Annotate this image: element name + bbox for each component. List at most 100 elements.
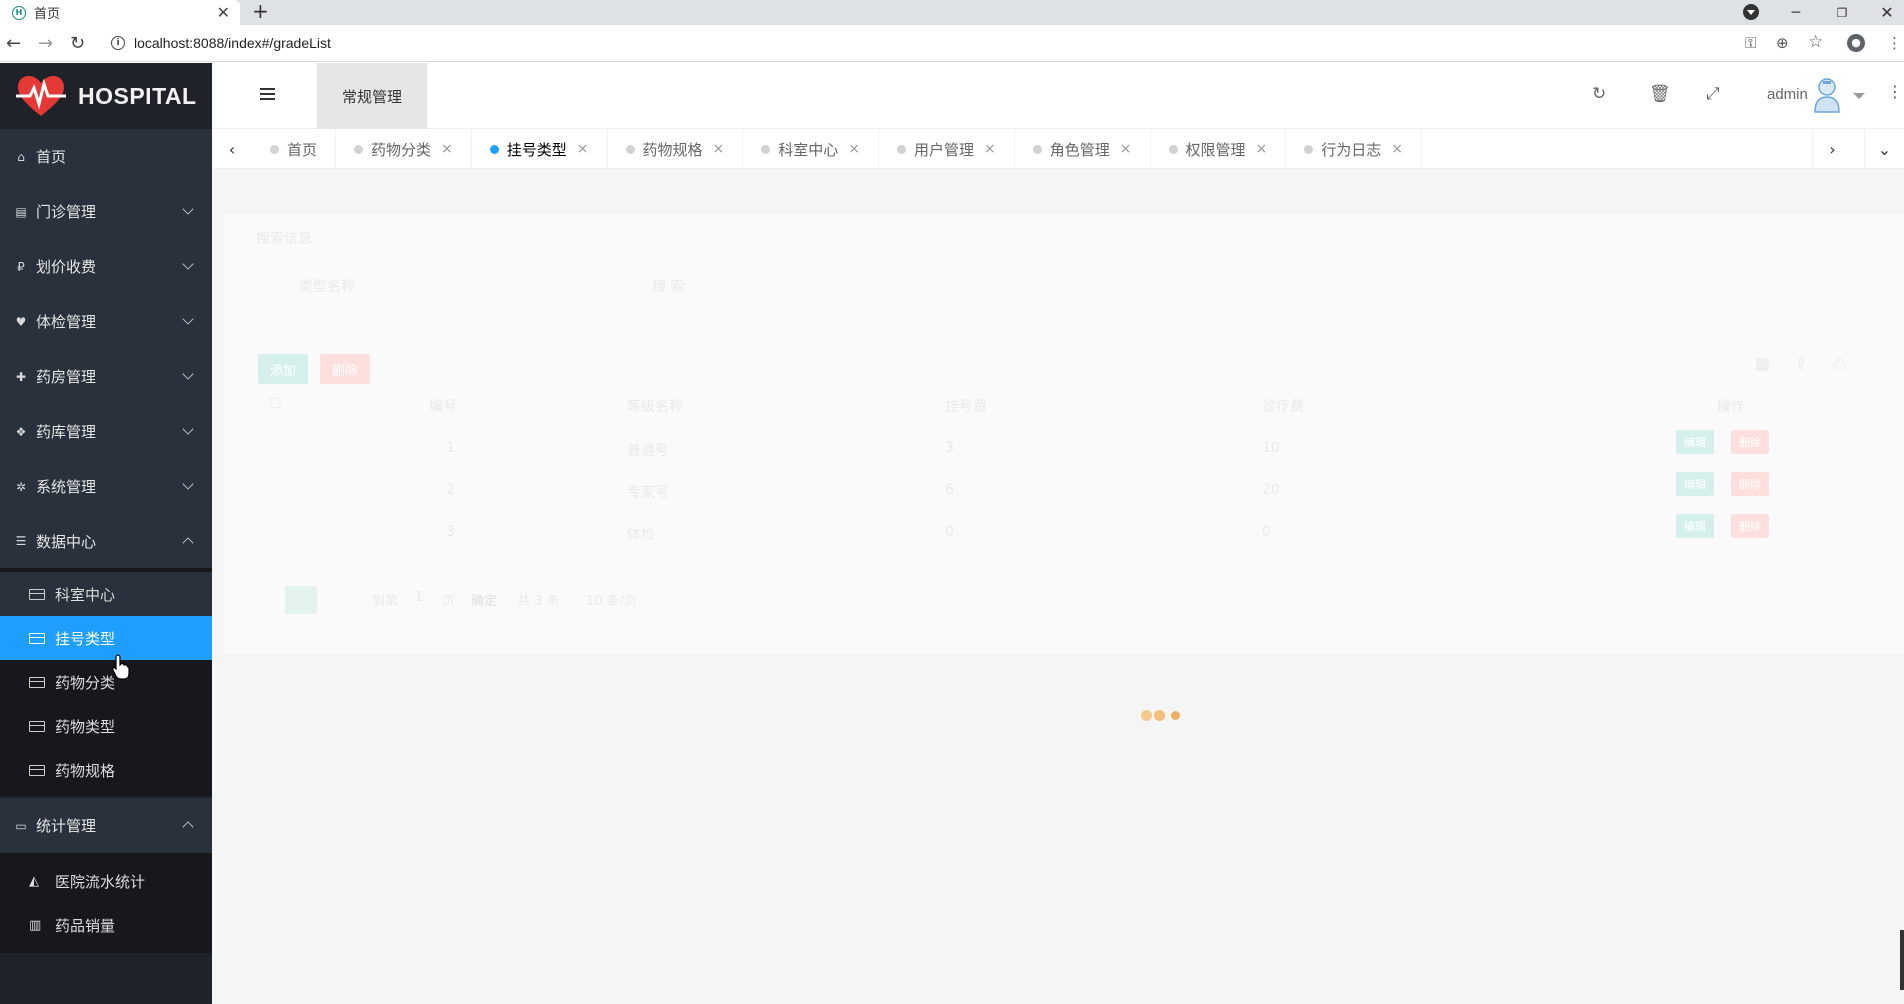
table-cell: 体检	[627, 527, 655, 543]
sidebar-subitem-drug-sales[interactable]: ▥ 药品销量	[0, 903, 212, 947]
new-tab-button[interactable]: +	[252, 0, 269, 22]
search-button[interactable]: 搜 索	[652, 276, 684, 296]
page-tab[interactable]: 用户管理 ×	[879, 129, 1015, 169]
edit-button[interactable]: 编辑	[1676, 430, 1714, 454]
username[interactable]: admin	[1767, 86, 1808, 103]
page-tab[interactable]: 科室中心 ×	[743, 129, 880, 169]
add-button[interactable]: 添加	[258, 354, 308, 384]
sidebar-subitem-hospital-flow[interactable]: ◭ 医院流水统计	[0, 859, 212, 903]
more-vertical-icon[interactable]: ⋮	[1887, 82, 1903, 101]
tabs-dropdown-icon[interactable]: ⌄	[1864, 129, 1904, 169]
sidebar-subitem-drug-spec[interactable]: 药物规格	[0, 748, 212, 792]
tab-search-icon[interactable]	[1743, 4, 1759, 20]
close-icon[interactable]: ×	[441, 141, 453, 157]
url-text[interactable]: localhost:8088/index#/gradeList	[134, 35, 331, 51]
star-icon[interactable]: ☆	[1808, 32, 1823, 52]
clear-cache-icon[interactable]: 🗑	[1649, 84, 1671, 104]
sidebar-item-label: 药库管理	[36, 423, 97, 441]
close-icon[interactable]: ×	[1120, 141, 1132, 157]
caret-down-icon[interactable]	[1853, 93, 1865, 99]
header-tab-regular-management[interactable]: 常规管理	[317, 63, 427, 129]
close-icon[interactable]: ×	[1391, 141, 1403, 157]
page-tab[interactable]: 药物规格 ×	[608, 129, 744, 169]
main-content: 搜索信息 类型名称 搜 索 添加 删除 ▦ ⇪ ⎙ ☐ 编号 等级名称 挂号费 …	[212, 170, 1904, 1004]
restore-icon[interactable]: ❐	[1832, 0, 1852, 25]
sidebar-item-pricing[interactable]: ₽ 划价收费	[0, 239, 212, 294]
print-icon[interactable]: ⎙	[1833, 354, 1846, 374]
pager-page-input[interactable]: 1	[415, 590, 423, 605]
sidebar-item-pharmacy[interactable]: ✚ 药房管理	[0, 349, 212, 404]
page-tab[interactable]: 药物分类 ×	[336, 129, 472, 169]
statistics-submenu: ◭ 医院流水统计 ▥ 药品销量	[0, 853, 212, 953]
site-info-icon[interactable]: i	[111, 36, 125, 50]
page-tab[interactable]: 行为日志 ×	[1286, 129, 1423, 169]
tabs-scroll-left-icon[interactable]: ‹	[212, 129, 252, 169]
sidebar-item-outpatient[interactable]: ▤ 门诊管理	[0, 184, 212, 239]
close-icon[interactable]: ×	[848, 141, 860, 157]
sidebar-item-data-center[interactable]: ☰ 数据中心	[0, 514, 212, 568]
sidebar-item-label: 药房管理	[36, 368, 97, 386]
scrollbar-edge[interactable]	[1900, 930, 1904, 990]
content-card: 搜索信息 类型名称 搜 索 添加 删除 ▦ ⇪ ⎙ ☐ 编号 等级名称 挂号费 …	[224, 214, 1904, 654]
pager-current-page[interactable]: 1	[285, 586, 317, 614]
pager-per-page-select[interactable]: 10 条/页	[586, 590, 637, 609]
menu-toggle-icon[interactable]	[260, 88, 275, 102]
minimize-icon[interactable]: ─	[1786, 0, 1806, 25]
page-tab[interactable]: 角色管理 ×	[1015, 129, 1151, 169]
export-icon[interactable]: ⇪	[1794, 354, 1807, 373]
sidebar-item-home[interactable]: ⌂ 首页	[0, 129, 212, 184]
sidebar-item-checkup[interactable]: ♥ 体检管理	[0, 294, 212, 349]
columns-icon[interactable]: ▦	[1755, 354, 1770, 373]
window-close-icon[interactable]: ✕	[1877, 0, 1897, 25]
close-icon[interactable]: ×	[1256, 141, 1268, 157]
sidebar-subitem-label: 挂号类型	[55, 629, 116, 648]
row-delete-button[interactable]: 删除	[1731, 514, 1769, 538]
search-input[interactable]: 类型名称	[299, 276, 355, 296]
doctor-avatar[interactable]	[1812, 77, 1842, 113]
page-tab-active[interactable]: 挂号类型 ×	[472, 129, 608, 169]
page-tab-label: 行为日志	[1321, 140, 1382, 159]
tabs-scroll-right-icon[interactable]: ›	[1812, 129, 1852, 169]
loading-indicator	[1141, 710, 1180, 721]
logo[interactable]: HOSPITAL	[0, 63, 212, 129]
row-delete-button[interactable]: 删除	[1731, 472, 1769, 496]
key-icon[interactable]: ⚿	[1745, 34, 1756, 52]
browser-menu-icon[interactable]: ⋮	[1887, 34, 1902, 52]
browser-tab[interactable]: H 首页 ✕	[0, 0, 240, 25]
table-cell: 普通号	[627, 443, 669, 459]
reload-icon[interactable]: ↻	[70, 33, 85, 54]
sidebar-subitem-drug-category[interactable]: 药物分类	[0, 660, 212, 704]
close-icon[interactable]: ×	[713, 141, 725, 157]
browser-tabstrip: H 首页 ✕ + ─ ❐ ✕	[0, 0, 1904, 25]
refresh-icon[interactable]: ↻	[1592, 84, 1606, 104]
delete-button[interactable]: 删除	[320, 354, 370, 384]
table-icon	[29, 720, 45, 732]
sidebar-subitem-label: 药品销量	[55, 916, 116, 935]
dot-icon	[1304, 144, 1314, 154]
page-tab[interactable]: 首页	[252, 129, 337, 169]
edit-button[interactable]: 编辑	[1676, 472, 1714, 496]
sidebar-subitem-drug-type[interactable]: 药物类型	[0, 704, 212, 748]
table-cell: 1	[446, 440, 455, 456]
browser-tab-title: 首页	[34, 7, 61, 22]
profile-icon[interactable]: ●	[1847, 34, 1865, 52]
forward-icon[interactable]: →	[38, 33, 53, 54]
sidebar-item-system[interactable]: ✲ 系统管理	[0, 459, 212, 514]
pager-confirm-button[interactable]: 确定	[471, 590, 497, 609]
row-delete-button[interactable]: 删除	[1731, 430, 1769, 454]
close-icon[interactable]: ×	[984, 141, 996, 157]
close-icon[interactable]: ×	[577, 141, 589, 157]
page-tab[interactable]: 权限管理 ×	[1151, 129, 1287, 169]
back-icon[interactable]: ←	[6, 33, 21, 54]
table-icon	[29, 632, 45, 644]
zoom-icon[interactable]: ⊕	[1776, 34, 1789, 52]
sidebar-subitem-registration-type[interactable]: 挂号类型	[0, 616, 212, 660]
sidebar-item-statistics[interactable]: ▭ 统计管理	[0, 798, 212, 853]
sidebar-subitem-department[interactable]: 科室中心	[0, 572, 212, 616]
fullscreen-icon[interactable]: ⤢	[1706, 84, 1720, 104]
close-tab-icon[interactable]: ✕	[217, 3, 230, 22]
column-header[interactable]: 编号	[429, 396, 457, 416]
sidebar-item-warehouse[interactable]: ❖ 药库管理	[0, 404, 212, 459]
select-all-checkbox[interactable]: ☐	[269, 396, 282, 412]
edit-button[interactable]: 编辑	[1676, 514, 1714, 538]
